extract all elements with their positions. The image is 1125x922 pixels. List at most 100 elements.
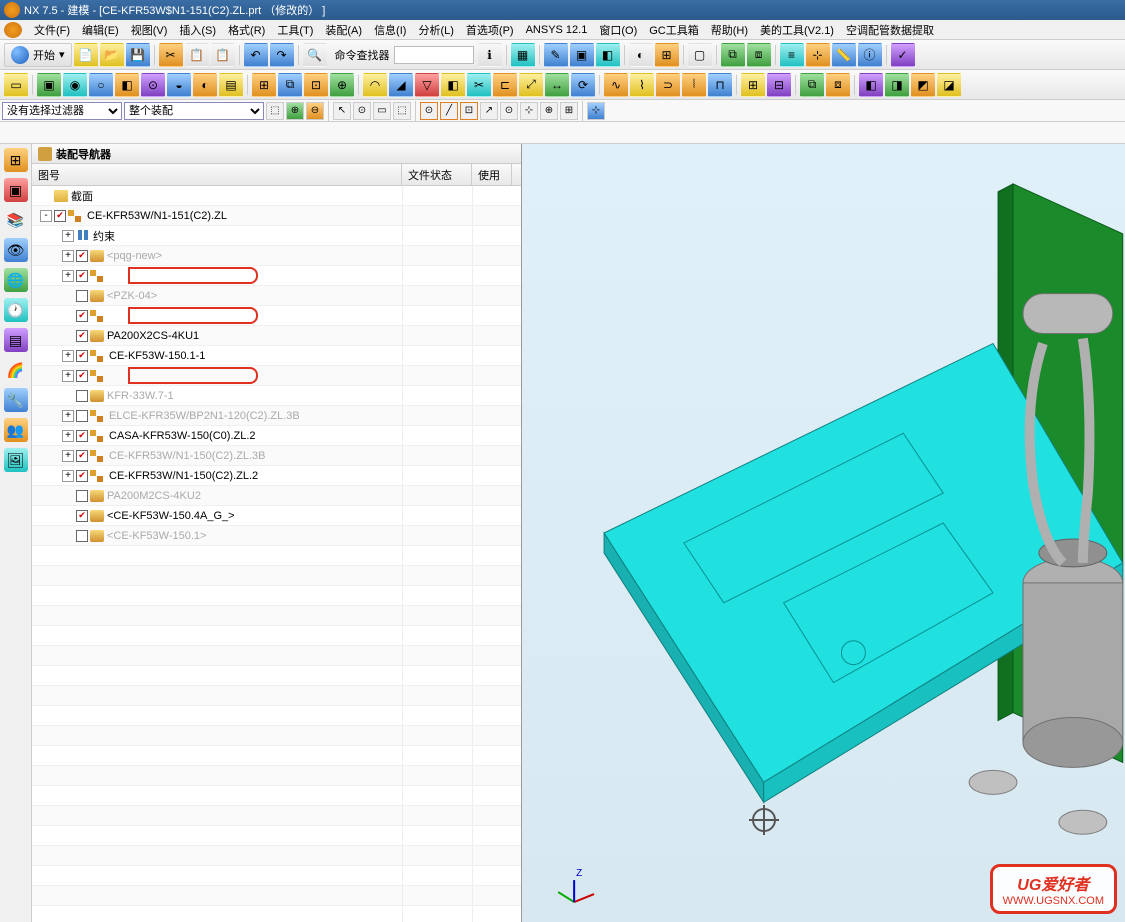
wave-icon[interactable]: ⊞ (741, 73, 765, 97)
extrude-icon[interactable]: ▣ (570, 43, 594, 67)
mirror-icon[interactable]: ⧉ (278, 73, 302, 97)
move-icon[interactable]: ↔ (545, 73, 569, 97)
shaded-icon[interactable]: ◐ (629, 43, 653, 67)
asm5-icon[interactable]: ◩ (911, 73, 935, 97)
wave2-icon[interactable]: ⊟ (767, 73, 791, 97)
expander-icon[interactable]: + (62, 410, 74, 422)
snap-btn-7[interactable]: ⊕ (540, 102, 558, 120)
tree-row[interactable]: PA200M2CS-4KU2 (32, 486, 521, 506)
tree-row[interactable]: -✔CE-KFR53W/N1-151(C2).ZL (32, 206, 521, 226)
snap-btn-4[interactable]: ↗ (480, 102, 498, 120)
checkbox-icon[interactable]: ✔ (76, 350, 88, 362)
assembly-tree[interactable]: 截面-✔CE-KFR53W/N1-151(C2).ZL+约束+✔<pqg-new… (32, 186, 521, 922)
reuse-library-icon[interactable]: 📚 (4, 208, 28, 232)
checkbox-icon[interactable]: ✔ (76, 450, 88, 462)
pattern-icon[interactable]: ⊞ (252, 73, 276, 97)
csys-icon[interactable]: ⊹ (806, 43, 830, 67)
checkbox-icon[interactable]: ✔ (76, 370, 88, 382)
menu-format[interactable]: 格式(R) (222, 20, 271, 40)
boss-icon[interactable]: ◒ (167, 73, 191, 97)
start-button[interactable]: 开始▾ (4, 43, 72, 67)
3d-viewport[interactable]: Z UG爱好者 WWW.UGSNX.COM (522, 144, 1125, 922)
asm6-icon[interactable]: ◪ (937, 73, 961, 97)
tree-row[interactable]: +约束 (32, 226, 521, 246)
checkbox-icon[interactable]: ✔ (76, 470, 88, 482)
system-icon[interactable]: 🔧 (4, 388, 28, 412)
snap-btn-1[interactable]: ⊙ (420, 102, 438, 120)
tree-row[interactable]: +✔CE-KFR53W/N1-150(C2).ZL.2 (32, 466, 521, 486)
explode-icon[interactable]: ⧈ (747, 43, 771, 67)
tree-row[interactable]: ✔<CE-KF53W-150.4A_G_> (32, 506, 521, 526)
groove-icon[interactable]: ⊓ (708, 73, 732, 97)
cylinder-icon[interactable]: ○ (89, 73, 113, 97)
menu-insert[interactable]: 插入(S) (173, 20, 222, 40)
tree-row[interactable]: +✔ (32, 266, 521, 286)
assembly-icon[interactable]: ⧉ (721, 43, 745, 67)
checkbox-icon[interactable]: ✔ (76, 430, 88, 442)
tree-row[interactable]: +ELCE-KFR35W/BP2N1-120(C2).ZL.3B (32, 406, 521, 426)
asm4-icon[interactable]: ◨ (885, 73, 909, 97)
snap-btn-6[interactable]: ⊹ (520, 102, 538, 120)
tree-row[interactable]: 截面 (32, 186, 521, 206)
expander-icon[interactable]: + (62, 230, 74, 242)
chamfer-icon[interactable]: ◢ (389, 73, 413, 97)
sweep2-icon[interactable]: ⌇ (630, 73, 654, 97)
expander-icon[interactable]: + (62, 270, 74, 282)
menu-help[interactable]: 帮助(H) (705, 20, 754, 40)
asm2-icon[interactable]: ⧈ (826, 73, 850, 97)
tree-row[interactable]: +✔CE-KFR53W/N1-150(C2).ZL.3B (32, 446, 521, 466)
menu-edit[interactable]: 编辑(E) (76, 20, 125, 40)
tree-row[interactable]: +✔CASA-KFR53W-150(C0).ZL.2 (32, 426, 521, 446)
trim-icon[interactable]: ✂ (467, 73, 491, 97)
draft-icon[interactable]: ▽ (415, 73, 439, 97)
expander-icon[interactable]: - (40, 210, 52, 222)
sweep-icon[interactable]: ∿ (604, 73, 628, 97)
col-used[interactable]: 使用 (472, 164, 512, 185)
selection-filter[interactable]: 没有选择过滤器 (2, 102, 122, 120)
feature-icon[interactable]: ◧ (115, 73, 139, 97)
expander-icon[interactable]: + (62, 450, 74, 462)
checkbox-icon[interactable]: ✔ (76, 510, 88, 522)
open-icon[interactable]: 📂 (100, 43, 124, 67)
roles-icon[interactable]: 👥 (4, 418, 28, 442)
menu-assembly[interactable]: 装配(A) (319, 20, 368, 40)
measure-icon[interactable]: 📏 (832, 43, 856, 67)
block-icon[interactable]: ▭ (4, 73, 28, 97)
redo-icon[interactable]: ↷ (270, 43, 294, 67)
menu-view[interactable]: 视图(V) (125, 20, 174, 40)
menu-midea[interactable]: 美的工具(V2.1) (754, 20, 840, 40)
asm1-icon[interactable]: ⧉ (800, 73, 824, 97)
part-navigator-icon[interactable]: ⊞ (4, 148, 28, 172)
cmd-finder-input[interactable] (394, 46, 474, 64)
thread-icon[interactable]: ⦚ (682, 73, 706, 97)
tree-row[interactable]: +✔CE-KF53W-150.1-1 (32, 346, 521, 366)
hd3d-icon[interactable]: 👁 (4, 238, 28, 262)
col-file-status[interactable]: 文件状态 (402, 164, 472, 185)
offset-icon[interactable]: ⊏ (493, 73, 517, 97)
scope-filter[interactable]: 整个装配 (124, 102, 264, 120)
menu-prefs[interactable]: 首选项(P) (460, 20, 520, 40)
menu-tools[interactable]: 工具(T) (271, 20, 319, 40)
scale-icon[interactable]: ⤢ (519, 73, 543, 97)
filter-btn-2[interactable]: ⊕ (286, 102, 304, 120)
expander-icon[interactable]: + (62, 250, 74, 262)
checkbox-icon[interactable] (76, 410, 88, 422)
expander-icon[interactable]: + (62, 370, 74, 382)
check-icon[interactable]: ✓ (891, 43, 915, 67)
menu-analysis[interactable]: 分析(L) (412, 20, 459, 40)
tree-row[interactable]: <CE-KF53W-150.1> (32, 526, 521, 546)
menu-gctoolbox[interactable]: GC工具箱 (643, 20, 705, 40)
expander-icon[interactable]: + (62, 470, 74, 482)
history-icon[interactable]: 🕐 (4, 298, 28, 322)
blend-icon[interactable]: ◠ (363, 73, 387, 97)
cmd-info-icon[interactable]: ℹ (478, 43, 502, 67)
image-icon[interactable]: 🖼 (4, 448, 28, 472)
replace-icon[interactable]: ⟳ (571, 73, 595, 97)
sel-btn-4[interactable]: ⬚ (393, 102, 411, 120)
cut-icon[interactable]: ✂ (159, 43, 183, 67)
expander-icon[interactable]: + (62, 430, 74, 442)
tree-row[interactable]: ✔PA200X2CS-4KU1 (32, 326, 521, 346)
rainbow-icon[interactable]: 🌈 (4, 358, 28, 382)
browser-icon[interactable]: 🌐 (4, 268, 28, 292)
save-icon[interactable]: 💾 (126, 43, 150, 67)
